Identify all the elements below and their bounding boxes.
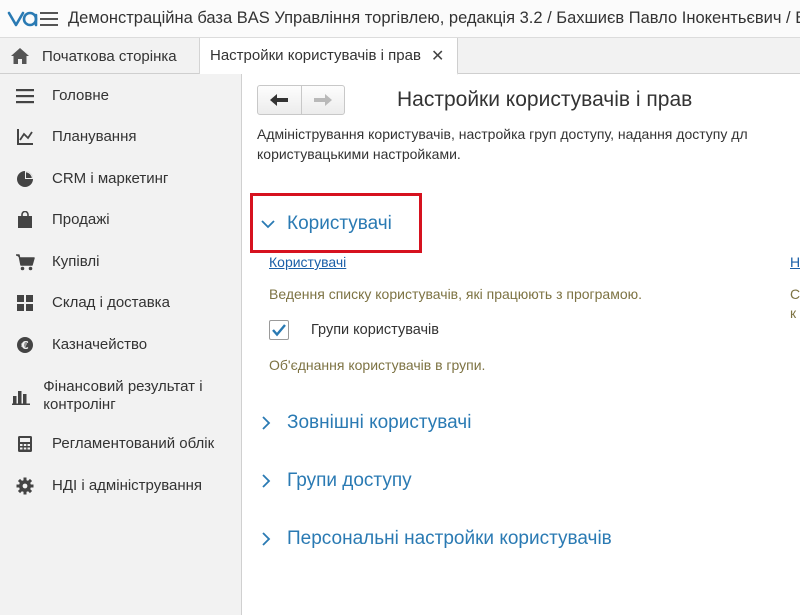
tabs-bar: Початкова сторінка Настройки користувачі… — [0, 38, 800, 75]
user-groups-hint: Об'єднання користувачів в групи. — [269, 357, 486, 373]
sidebar-item-label: Планування — [52, 128, 137, 145]
svg-text:€: € — [20, 339, 29, 352]
title-bar: Демонстраційна база BAS Управління торгі… — [0, 0, 800, 38]
main-content: Настройки користувачів і прав Адміністру… — [243, 75, 800, 615]
sidebar-item-label: Головне — [52, 87, 109, 104]
menu-lines-icon — [0, 88, 52, 104]
arrow-left-icon — [270, 94, 289, 106]
users-link[interactable]: Користувачі — [269, 254, 346, 270]
user-groups-label: Групи користувачів — [311, 322, 439, 338]
hamburger-menu-icon[interactable] — [40, 0, 58, 37]
sidebar-item-label: Купівлі — [52, 253, 100, 270]
shopping-bag-icon — [0, 211, 52, 229]
user-groups-checkbox[interactable] — [269, 320, 289, 340]
sidebar-item-treasury[interactable]: € Казначейство — [0, 335, 241, 355]
sidebar-item-label: Продажі — [52, 211, 110, 228]
section-access-groups-label: Групи доступу — [287, 470, 412, 491]
checkmark-icon — [272, 324, 286, 337]
tab-home[interactable]: Початкова сторінка — [0, 38, 200, 74]
description-line: користувацькими настройками. — [257, 146, 461, 162]
back-button[interactable] — [258, 86, 301, 114]
window-title: Демонстраційна база BAS Управління торгі… — [68, 9, 800, 27]
pie-chart-icon — [0, 170, 52, 188]
sidebar-item-planning[interactable]: Планування — [0, 127, 241, 147]
sidebar-item-label: Склад і доставка — [52, 294, 170, 311]
description-line: Адміністрування користувачів, настройка … — [257, 126, 748, 142]
sidebar-item-label: Фінансовий результат і контролінг — [43, 378, 203, 413]
chevron-right-icon — [261, 416, 283, 430]
coin-icon: € — [0, 336, 52, 354]
section-access-groups[interactable]: Групи доступу — [261, 468, 412, 494]
right-column-link[interactable]: Н — [790, 254, 800, 270]
bar-chart-icon — [0, 387, 43, 405]
sidebar-item-label: CRM і маркетинг — [52, 170, 169, 187]
sidebar: Головне Планування CRM і маркетинг Прода… — [0, 74, 242, 615]
right-column-hint: к — [790, 305, 797, 321]
cart-icon — [0, 253, 52, 271]
section-personal-settings-label: Персональні настройки користувачів — [287, 528, 612, 549]
sidebar-item-admin[interactable]: НДІ і адміністрування — [0, 476, 241, 496]
sidebar-item-label: НДІ і адміністрування — [52, 477, 203, 494]
page-description: Адміністрування користувачів, настройка … — [257, 124, 800, 164]
right-column-hint: С — [790, 286, 800, 302]
sidebar-item-label: Регламентований облік — [52, 435, 215, 452]
tab-home-label: Початкова сторінка — [42, 47, 177, 65]
arrow-right-icon — [313, 94, 332, 106]
section-users-label: Користувачі — [287, 213, 392, 234]
sidebar-item-sales[interactable]: Продажі — [0, 210, 241, 230]
users-hint: Ведення списку користувачів, які працюют… — [269, 286, 643, 302]
section-external-users[interactable]: Зовнішні користувачі — [261, 410, 471, 436]
sidebar-item-main[interactable]: Головне — [0, 86, 241, 106]
sidebar-item-purchases[interactable]: Купівлі — [0, 252, 241, 272]
tab-user-settings[interactable]: Настройки користувачів і прав ✕ — [200, 38, 458, 75]
forward-button[interactable] — [300, 86, 344, 114]
section-personal-settings[interactable]: Персональні настройки користувачів — [261, 526, 612, 552]
planning-axes-icon — [0, 128, 52, 146]
sidebar-item-regulated-accounting[interactable]: Регламентований облік — [0, 434, 241, 454]
app-logo-icon[interactable] — [0, 0, 40, 37]
page-title: Настройки користувачів і прав — [397, 88, 693, 111]
user-groups-row: Групи користувачів — [269, 320, 439, 340]
home-icon — [10, 47, 30, 65]
nav-buttons — [257, 85, 345, 115]
tab-user-settings-label: Настройки користувачів і прав — [210, 47, 421, 64]
section-users[interactable]: Користувачі — [261, 211, 392, 237]
warehouse-grid-icon — [0, 294, 52, 312]
sidebar-item-label: Казначейство — [52, 336, 148, 353]
gear-icon — [0, 477, 52, 495]
close-icon[interactable]: ✕ — [431, 46, 444, 66]
chevron-right-icon — [261, 532, 283, 546]
sidebar-item-finance[interactable]: Фінансовий результат і контролінг — [0, 376, 241, 416]
section-external-users-label: Зовнішні користувачі — [287, 412, 472, 433]
sidebar-item-warehouse[interactable]: Склад і доставка — [0, 293, 241, 313]
chevron-down-icon — [261, 219, 283, 229]
sidebar-item-crm[interactable]: CRM і маркетинг — [0, 169, 241, 189]
chevron-right-icon — [261, 474, 283, 488]
calculator-icon — [0, 435, 52, 453]
